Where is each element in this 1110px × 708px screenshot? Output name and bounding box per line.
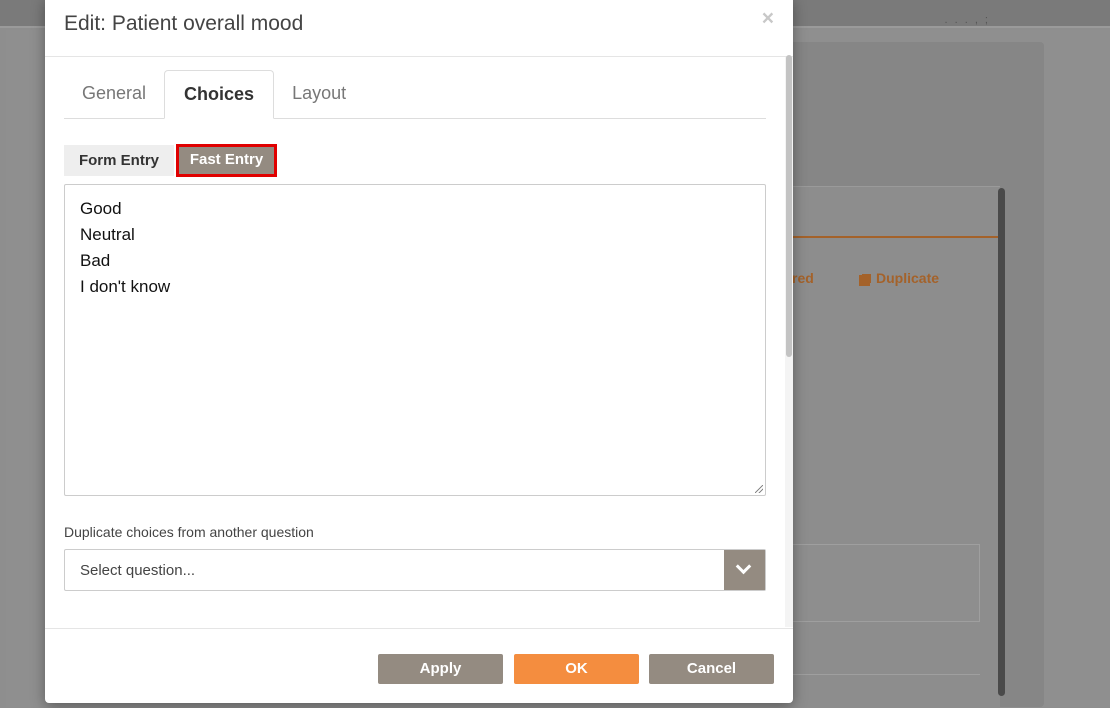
ok-button[interactable]: OK	[514, 654, 639, 684]
background-duplicate-label: Duplicate	[876, 270, 940, 286]
choice-line: Bad	[80, 251, 111, 270]
choices-textarea[interactable]: Good Neutral Bad I don't know	[64, 184, 766, 496]
background-active-tab-line	[770, 236, 998, 238]
close-icon[interactable]: ×	[762, 8, 774, 29]
duplicate-choices-label: Duplicate choices from another question	[64, 524, 314, 540]
apply-button[interactable]: Apply	[378, 654, 503, 684]
choice-line: Good	[80, 199, 122, 218]
edit-question-dialog: Edit: Patient overall mood × General Cho…	[45, 0, 793, 703]
dialog-title: Edit: Patient overall mood	[64, 12, 304, 35]
resize-handle-icon[interactable]	[755, 485, 763, 493]
background-divider	[790, 674, 980, 675]
background-top-bar-text: . . . , ;	[944, 14, 990, 26]
tab-general[interactable]: General	[64, 70, 164, 117]
choice-line: I don't know	[80, 277, 171, 296]
background-required-label: red	[792, 270, 814, 286]
dialog-tabs: General Choices Layout	[64, 70, 766, 119]
tab-layout[interactable]: Layout	[274, 70, 364, 117]
background-scrollbar	[998, 188, 1005, 696]
cancel-button[interactable]: Cancel	[649, 654, 774, 684]
dialog-scrollbar[interactable]	[785, 55, 793, 627]
tab-choices[interactable]: Choices	[164, 70, 275, 119]
entry-mode-toggle: Form Entry Fast Entry	[64, 144, 277, 177]
dropdown-toggle-button[interactable]	[724, 550, 765, 590]
background-textarea	[790, 544, 980, 622]
background-duplicate-link: Duplicate	[859, 270, 939, 286]
chevron-down-icon	[735, 558, 752, 575]
fast-entry-button[interactable]: Fast Entry	[176, 144, 277, 177]
dialog-scrollbar-thumb[interactable]	[786, 55, 792, 357]
duplicate-icon	[859, 274, 870, 286]
background-panel	[770, 186, 1000, 708]
form-entry-button[interactable]: Form Entry	[64, 145, 174, 176]
dialog-body: General Choices Layout Form Entry Fast E…	[45, 57, 793, 627]
dialog-header: Edit: Patient overall mood ×	[45, 0, 793, 57]
select-question-dropdown[interactable]: Select question...	[64, 549, 766, 591]
choice-line: Neutral	[80, 225, 135, 244]
dialog-footer: Apply OK Cancel	[45, 628, 793, 703]
background-required-link: red	[792, 270, 814, 286]
select-question-placeholder: Select question...	[80, 562, 196, 579]
